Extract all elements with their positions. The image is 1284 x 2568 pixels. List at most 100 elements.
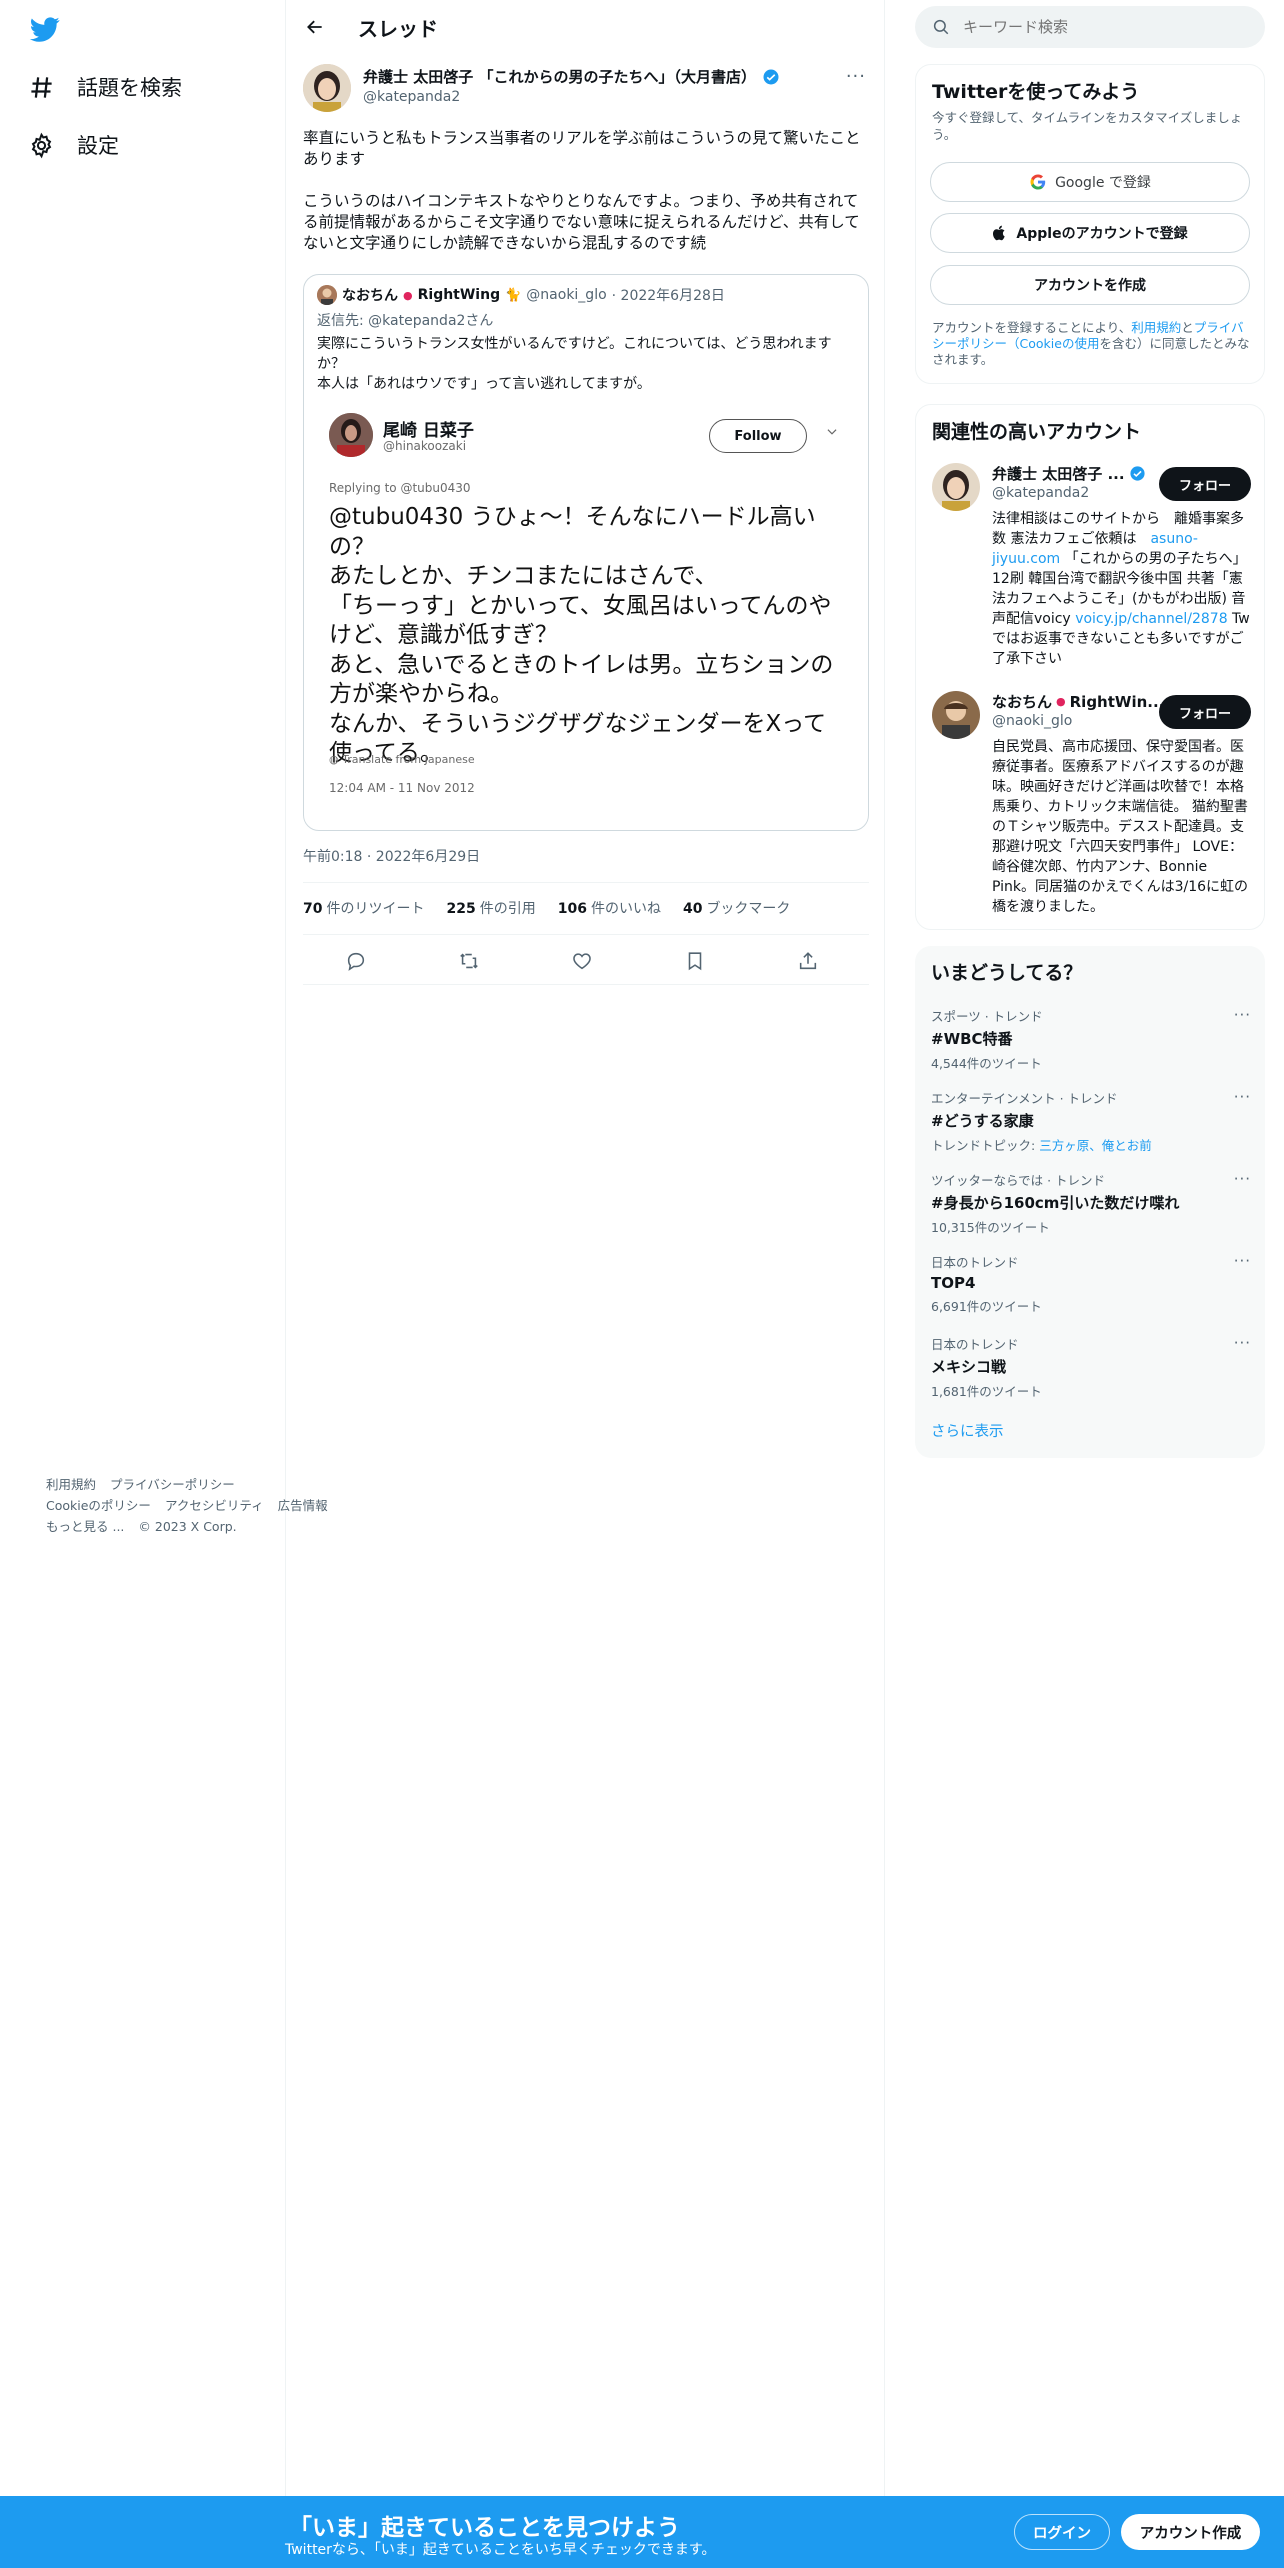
- footer-link[interactable]: Cookieのポリシー: [46, 1498, 151, 1513]
- image-body-line: 「ちーっす」とかいって、女風呂はいってんのやけど、意識が低すぎ？: [329, 592, 832, 649]
- google-signup-label: Google で登録: [1055, 175, 1151, 191]
- share-button[interactable]: [797, 950, 821, 974]
- quoted-author-name: なおちん: [342, 288, 398, 304]
- divider: [303, 882, 869, 883]
- like-button[interactable]: [571, 950, 595, 974]
- quoted-tweet-image[interactable]: 尾崎 日菜子 @hinakoozaki Follow Replying to @…: [317, 405, 857, 825]
- apple-signup-button[interactable]: Appleのアカウントで登録: [930, 213, 1250, 253]
- terms-link[interactable]: 利用規約: [1131, 320, 1181, 335]
- quotes-count[interactable]: 225 件の引用: [446, 898, 535, 918]
- account-name[interactable]: なおちん ● RightWin...: [992, 691, 1164, 712]
- trend-category: エンターテインメント · トレンド: [931, 1091, 1118, 1106]
- divider: [303, 934, 869, 935]
- account-name[interactable]: 弁護士 太田啓子 ...: [992, 463, 1146, 484]
- image-user-name: 尾崎 日菜子: [383, 421, 474, 441]
- more-options-icon[interactable]: ···: [1234, 1006, 1251, 1024]
- left-navigation: 話題を検索 設定: [0, 0, 285, 2568]
- google-signup-button[interactable]: Google で登録: [930, 162, 1250, 202]
- account-avatar[interactable]: [932, 463, 980, 511]
- legal-prefix: アカウントを登録することにより、: [932, 320, 1132, 335]
- image-tweet-time: 12:04 AM - 11 Nov 2012: [329, 781, 475, 795]
- trend-name: TOP4: [931, 1274, 976, 1292]
- show-more-link[interactable]: さらに表示: [931, 1420, 1004, 1441]
- cookie-link[interactable]: （Cookieの使用: [1007, 336, 1099, 351]
- trend-category: スポーツ · トレンド: [931, 1009, 1043, 1024]
- image-replying-to: Replying to @tubu0430: [329, 481, 471, 495]
- footer-link[interactable]: 利用規約: [46, 1477, 96, 1492]
- copyright: © 2023 X Corp.: [138, 1519, 237, 1534]
- quotes-label: 件の引用: [479, 901, 536, 917]
- trend-name: #WBC特番: [931, 1030, 1013, 1048]
- account-avatar[interactable]: [932, 691, 980, 739]
- quoted-tweet[interactable]: なおちん ● RightWing 🐈 @naoki_glo · 2022年6月2…: [303, 274, 869, 831]
- quoted-reply-to: 返信先: @katepanda2さん: [317, 310, 493, 330]
- trend-item[interactable]: スポーツ · トレンド #WBC特番 4,544件のツイート ···: [931, 1006, 1251, 1072]
- footer-link[interactable]: もっと見る ...: [46, 1519, 124, 1534]
- trend-category: 日本のトレンド: [931, 1255, 1019, 1270]
- tweet-text: 率直にいうと私もトランス当事者のリアルを学ぶ前はこういうの見て驚いたことあります…: [303, 128, 869, 275]
- trend-topics-link[interactable]: 三方ヶ原、俺とお前: [1039, 1138, 1152, 1153]
- trend-count: 10,315件のツイート: [931, 1220, 1050, 1235]
- quoted-tweet-text: 実際にこういうトランス女性がいるんですけど。これについては、どう思われますか？ …: [317, 334, 857, 394]
- tweet-actions: [303, 942, 869, 982]
- author-avatar[interactable]: [303, 64, 351, 112]
- login-prompt-bar: 「いま」起きていることを見つけよう Twitterなら、「いま」起きていることを…: [0, 2496, 1284, 2568]
- likes-number: 106: [557, 901, 587, 917]
- account-handle: @katepanda2: [992, 485, 1090, 501]
- nav-explore[interactable]: 話題を検索: [28, 65, 182, 109]
- author-handle[interactable]: @katepanda2: [363, 89, 460, 105]
- twitter-bird-icon[interactable]: [28, 14, 62, 44]
- author-name[interactable]: 弁護士 太田啓子 「これからの男の子たちへ」（大月書店）: [363, 66, 780, 87]
- trend-count: 1,681件のツイート: [931, 1384, 1042, 1399]
- red-dot-icon: ●: [1056, 695, 1066, 708]
- follow-button[interactable]: フォロー: [1159, 695, 1251, 729]
- account-name-text: 弁護士 太田啓子 ...: [992, 465, 1125, 483]
- account-handle: @naoki_glo: [992, 713, 1073, 729]
- bookmark-button[interactable]: [684, 950, 708, 974]
- trend-item[interactable]: 日本のトレンド メキシコ戦 1,681件のツイート ···: [931, 1334, 1251, 1400]
- more-options-icon[interactable]: ···: [1234, 1252, 1251, 1270]
- signup-button[interactable]: アカウント作成: [1121, 2514, 1260, 2550]
- arrow-left-icon: [307, 20, 322, 34]
- image-body-line: @tubu0430 うひょ〜！そんなにハードル高いの？: [329, 504, 816, 560]
- bio-link[interactable]: voicy.jp/channel/2878: [1075, 611, 1227, 627]
- trend-item[interactable]: 日本のトレンド TOP4 6,691件のツイート ···: [931, 1252, 1251, 1315]
- bio-text: 法律相談はこのサイトから 離婚事案多数 憲法カフェご依頼は: [992, 511, 1244, 547]
- retweet-button[interactable]: [458, 950, 482, 974]
- create-account-button[interactable]: アカウントを作成: [930, 265, 1250, 305]
- quoted-text-line: 本人は「あれはウソです」って言い逃れしてますが。: [317, 376, 651, 392]
- footer-links: 利用規約 プライバシーポリシー Cookieのポリシー アクセシビリティ 広告情報 も…: [46, 1474, 366, 1537]
- likes-count[interactable]: 106 件のいいね: [558, 898, 661, 918]
- bookmark-icon: [688, 952, 702, 971]
- footer-link[interactable]: 広告情報: [278, 1498, 328, 1513]
- quoted-text-line: 実際にこういうトランス女性がいるんですけど。これについては、どう思われますか？: [317, 336, 832, 372]
- quoted-tweet-header: なおちん ● RightWing 🐈 @naoki_glo · 2022年6月2…: [317, 285, 725, 305]
- author-name-text: 弁護士 太田啓子 「これからの男の子たちへ」（大月書店）: [363, 68, 756, 86]
- signup-title: Twitterを使ってみよう: [932, 81, 1140, 103]
- chevron-down-icon: [827, 429, 837, 435]
- more-options-icon[interactable]: ···: [1234, 1334, 1251, 1352]
- trend-item[interactable]: ツイッターならでは · トレンド #身長から160cm引いた数だけ喋れ 10,3…: [931, 1170, 1251, 1236]
- tweet-timestamp[interactable]: 午前0:18 · 2022年6月29日: [303, 846, 480, 866]
- more-options-icon[interactable]: ···: [1234, 1170, 1251, 1188]
- footer-link[interactable]: プライバシーポリシー: [110, 1477, 235, 1492]
- tweet-text-paragraph: こういうのはハイコンテキストなやりとりなんですよ。つまり、予め共有されてる前提情…: [303, 192, 860, 252]
- follow-button[interactable]: フォロー: [1159, 467, 1251, 501]
- footer-link[interactable]: アクセシビリティ: [165, 1498, 264, 1513]
- bookmarks-label: ブックマーク: [706, 901, 791, 917]
- bookmarks-count[interactable]: 40 ブックマーク: [683, 898, 790, 918]
- back-button[interactable]: [298, 10, 332, 44]
- login-button[interactable]: ログイン: [1014, 2514, 1110, 2550]
- nav-settings[interactable]: 設定: [28, 123, 119, 167]
- tweet-stats: 70 件のリツイート 225 件の引用 106 件のいいね 40 ブックマーク: [303, 898, 790, 918]
- search-bar[interactable]: [915, 6, 1265, 48]
- likes-label: 件のいいね: [590, 901, 661, 917]
- search-input[interactable]: [963, 6, 1253, 48]
- more-options-icon[interactable]: ···: [846, 66, 866, 87]
- retweets-count[interactable]: 70 件のリツイート: [303, 898, 424, 918]
- more-options-icon[interactable]: ···: [1234, 1088, 1251, 1106]
- bookmarks-number: 40: [682, 901, 703, 917]
- account-bio: 自民党員、高市応援団、保守愛国者。医療従事者。医療系アドバイスするのが趣味。映画…: [992, 739, 1249, 915]
- trend-item[interactable]: エンターテインメント · トレンド #どうする家康 トレンドトピック: 三方ヶ原…: [931, 1088, 1251, 1154]
- reply-button[interactable]: [345, 950, 369, 974]
